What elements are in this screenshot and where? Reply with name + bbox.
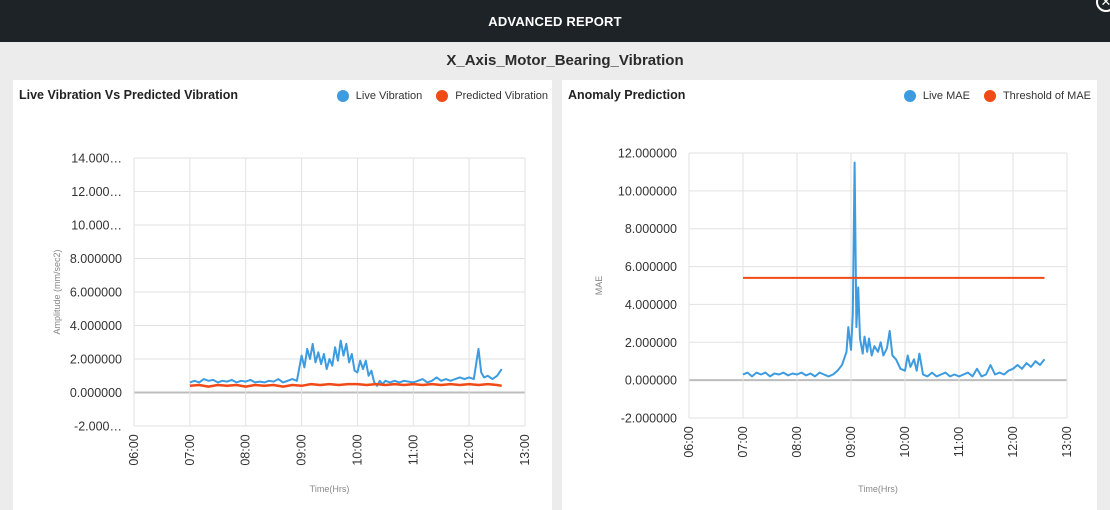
legend-dot-live-vibration (336, 90, 349, 102)
legend-anomaly: Live MAE Threshold of MAE (890, 90, 1091, 102)
series-line-live-mae[interactable] (742, 161, 1046, 378)
title-bar: ADVANCED REPORT ✕ (0, 0, 1110, 42)
y-tick-label: 2.000000 (625, 336, 677, 350)
panel-title-anomaly: Anomaly Prediction (568, 88, 686, 102)
y-tick-label: -2.000000 (621, 412, 677, 426)
chart-panel-live-vs-predicted: -2.000… 0.000000 2.000000 4.000000 6.000000 8… (13, 80, 552, 510)
report-title: X_Axis_Motor_Bearing_Vibration (446, 52, 684, 69)
y-tick-label: 10.000… (71, 219, 122, 233)
x-tick-label: 07:00 (183, 434, 197, 465)
y-tick-label: -2.000… (74, 420, 122, 434)
x-tick-label: 13:00 (1060, 426, 1074, 457)
x-tick-label: 12:00 (462, 434, 476, 465)
y-tick-label: 0.000000 (70, 386, 122, 400)
legend-item-live-vibration[interactable]: Live Vibration (336, 90, 423, 102)
x-tick-label: 09:00 (295, 434, 309, 465)
anomaly-chart: -2.000000 0.000000 2.000000 4.000000 6.00000… (594, 147, 1074, 495)
x-tick-label: 08:00 (790, 426, 804, 457)
y-tick-label: 12.000… (71, 185, 122, 199)
x-axis-label: Time(Hrs) (858, 484, 898, 494)
x-tick-label: 10:00 (898, 426, 912, 457)
legend-item-predicted-vibration[interactable]: Predicted Vibration (436, 90, 548, 102)
x-tick-label: 12:00 (1006, 426, 1020, 457)
y-tick-label: 8.000000 (70, 252, 122, 266)
y-tick-label: 14.000… (71, 152, 122, 166)
chart-panel-anomaly: -2.000000 0.000000 2.000000 4.000000 6.00000… (562, 80, 1097, 510)
x-tick-label: 09:00 (844, 426, 858, 457)
legend-label-predicted-vibration: Predicted Vibration (455, 90, 548, 102)
y-tick-label: 12.000000 (618, 147, 677, 161)
y-tick-label: 4.000000 (625, 298, 677, 312)
x-axis-label: Time(Hrs) (310, 484, 350, 494)
series-line-live-vibration[interactable] (189, 339, 503, 387)
legend-label-live-vibration: Live Vibration (355, 90, 423, 102)
legend-label-live-mae: Live MAE (922, 90, 970, 102)
y-axis-label: MAE (594, 276, 604, 296)
y-tick-label: 4.000000 (70, 319, 122, 333)
legend-dot-threshold-mae (983, 90, 996, 102)
y-tick-label: 6.000000 (625, 260, 677, 274)
y-tick-label: 6.000000 (70, 286, 122, 300)
y-tick-label: 10.000000 (618, 184, 677, 198)
x-tick-label: 06:00 (682, 426, 696, 457)
y-tick-label: 2.000000 (70, 353, 122, 367)
window-title: ADVANCED REPORT (488, 13, 622, 29)
y-tick-label: 0.000000 (625, 374, 677, 388)
x-tick-label: 07:00 (736, 426, 750, 457)
close-icon[interactable]: ✕ (1096, 0, 1110, 12)
legend-live-vs-predicted: Live Vibration Predicted Vibration (323, 90, 548, 102)
legend-item-live-mae[interactable]: Live MAE (903, 90, 970, 102)
legend-item-threshold-mae[interactable]: Threshold of MAE (983, 90, 1091, 102)
x-tick-label: 10:00 (350, 434, 364, 465)
vibration-chart: -2.000… 0.000000 2.000000 4.000000 6.000000 8… (52, 152, 532, 495)
legend-dot-live-mae (903, 90, 916, 102)
x-tick-label: 13:00 (518, 434, 532, 465)
panel-title-live-vs-predicted: Live Vibration Vs Predicted Vibration (19, 88, 239, 102)
x-tick-label: 06:00 (127, 434, 141, 465)
y-axis-label: Amplitude (mm/sec2) (52, 249, 62, 334)
series-line-predicted-vibration[interactable] (189, 382, 502, 388)
legend-dot-predicted-vibration (436, 90, 449, 102)
x-tick-label: 08:00 (239, 434, 253, 465)
y-tick-label: 8.000000 (625, 222, 677, 236)
x-tick-label: 11:00 (406, 435, 420, 465)
x-tick-label: 11:00 (952, 427, 966, 457)
legend-label-threshold-mae: Threshold of MAE (1002, 90, 1091, 102)
